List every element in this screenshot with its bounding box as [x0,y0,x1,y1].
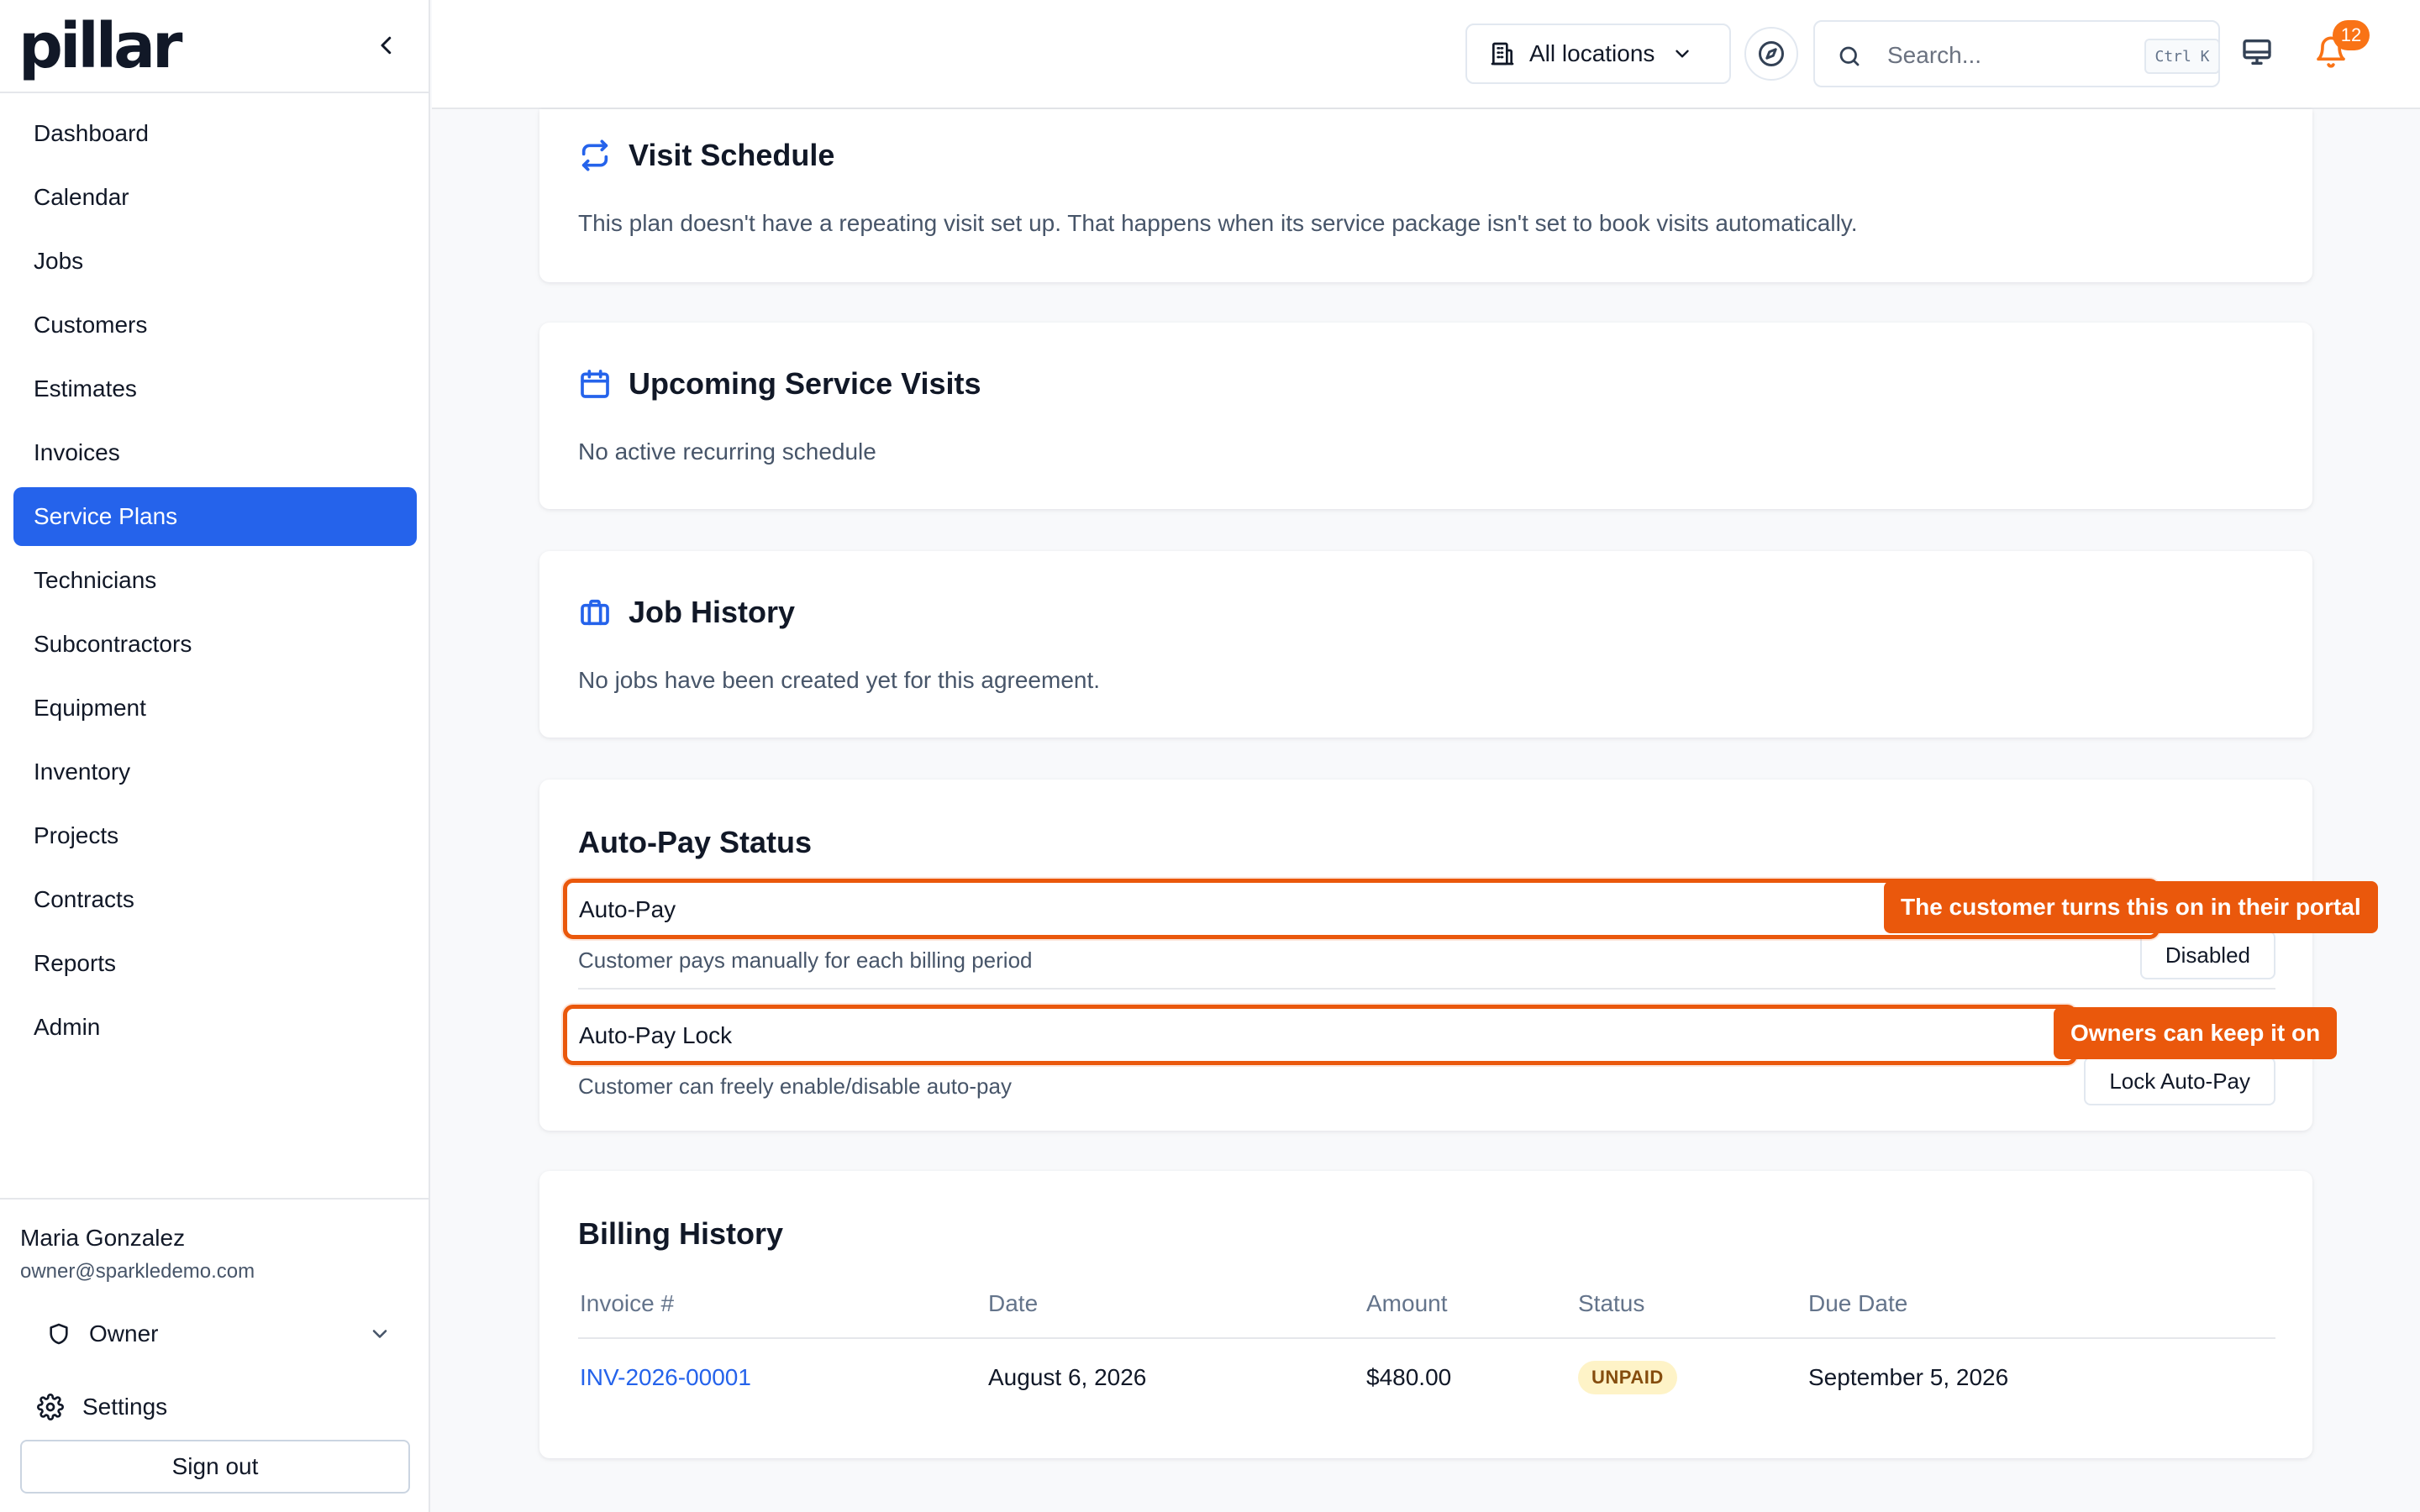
upcoming-visits-heading: Upcoming Service Visits [578,366,981,402]
user-name: Maria Gonzalez [20,1225,186,1251]
notification-count-badge: 12 [2333,20,2370,50]
search-input[interactable] [1887,37,2106,74]
col-amount: Amount [1366,1290,1448,1316]
sidebar-item-dashboard[interactable]: Dashboard [13,104,417,163]
shield-icon [50,1323,68,1345]
sidebar-item-inventory[interactable]: Inventory [13,743,417,801]
sidebar-item-technicians[interactable]: Technicians [13,551,417,610]
collapse-sidebar-button[interactable] [370,29,403,62]
billing-history-title: Billing History [578,1216,784,1251]
visit-schedule-text: This plan doesn't have a repeating visit… [578,210,1858,236]
briefcase-icon [581,599,609,626]
visit-schedule-heading: Visit Schedule [578,138,834,173]
autopay-lock-callout: Owners can keep it on [2054,1007,2338,1059]
calendar-icon [581,370,609,398]
job-history-text: No jobs have been created yet for this a… [578,667,1101,693]
sidebar-item-calendar[interactable]: Calendar [13,168,417,227]
lock-autopay-button[interactable]: Lock Auto-Pay [2084,1057,2275,1105]
compass-icon [1759,41,1784,66]
top-bar: All locations Ctrl K 12 [432,0,2420,109]
invoice-link[interactable]: INV-2026-00001 [580,1364,751,1391]
autopay-divider [578,988,2275,990]
visit-schedule-title: Visit Schedule [629,138,835,172]
chevron-down-icon [1676,50,1690,58]
user-email: owner@sparkledemo.com [20,1260,255,1283]
autopay-status-card: Auto-Pay Status Customer pays manually f… [539,780,2312,1131]
sidebar-item-admin[interactable]: Admin [13,998,417,1057]
col-due-date: Due Date [1808,1290,1908,1316]
search-box[interactable]: Ctrl K [1813,20,2220,87]
monitor-icon [2243,39,2271,66]
autopay-lock-highlight[interactable]: Auto-Pay Lock [563,1005,2077,1065]
sign-out-button[interactable]: Sign out [20,1440,410,1494]
chevron-left-icon [381,36,392,55]
display-button[interactable] [2240,35,2274,73]
sidebar-footer: Maria Gonzalez owner@sparkledemo.com Own… [0,1198,430,1512]
role-selector[interactable]: Owner [47,1312,392,1356]
repeat-icon [581,139,608,171]
invoice-due-date: September 5, 2026 [1808,1364,2009,1390]
job-history-card: Job History No jobs have been created ye… [539,551,2312,738]
autopay-status-title: Auto-Pay Status [578,825,813,859]
pillar-logo[interactable]: pillar [18,15,182,77]
sidebar-item-invoices[interactable]: Invoices [13,423,417,482]
sidebar-item-contracts[interactable]: Contracts [13,870,417,929]
autopay-lock-label: Auto-Pay Lock [579,1022,733,1048]
search-icon [1839,46,1860,66]
billing-table: Invoice # Date Amount Status Due Date IN… [578,1272,2275,1416]
location-label: All locations [1529,40,1655,66]
search-shortcut-hint: Ctrl K [2144,39,2220,74]
building-icon [1491,42,1514,66]
visit-schedule-card: Visit Schedule This plan doesn't have a … [539,109,2312,282]
sidebar-item-reports[interactable]: Reports [13,934,417,993]
upcoming-visits-text: No active recurring schedule [578,438,876,465]
autopay-label: Auto-Pay [579,896,676,922]
col-date: Date [988,1290,1039,1316]
autopay-description: Customer pays manually for each billing … [578,948,1033,973]
brand-header: pillar [0,0,429,93]
sidebar-item-equipment[interactable]: Equipment [13,679,417,738]
chevron-down-icon [372,1330,387,1338]
sidebar-item-customers[interactable]: Customers [13,296,417,354]
sidebar: pillar Dashboard Calendar Jobs Customers… [0,0,430,1512]
gear-icon [37,1394,64,1420]
job-history-title: Job History [629,595,796,629]
col-invoice: Invoice # [580,1290,675,1316]
settings-label: Settings [82,1394,168,1420]
autopay-callout: The customer turns this on in their port… [1884,881,2378,933]
sidebar-item-projects[interactable]: Projects [13,806,417,865]
table-row: INV-2026-00001 August 6, 2026 $480.00 UN… [578,1339,2275,1416]
invoice-date: August 6, 2026 [988,1364,1147,1390]
billing-table-header: Invoice # Date Amount Status Due Date [578,1272,2275,1339]
invoice-amount: $480.00 [1366,1364,1452,1390]
sidebar-item-subcontractors[interactable]: Subcontractors [13,615,417,674]
role-label: Owner [89,1320,159,1347]
sidebar-item-jobs[interactable]: Jobs [13,232,417,291]
autopay-lock-description: Customer can freely enable/disable auto-… [578,1074,1012,1099]
billing-history-card: Billing History Invoice # Date Amount St… [539,1171,2312,1458]
sidebar-item-estimates[interactable]: Estimates [13,360,417,418]
sidebar-item-service-plans[interactable]: Service Plans [13,487,417,546]
settings-link[interactable]: Settings [37,1386,167,1428]
explore-button[interactable] [1744,27,1798,81]
col-status: Status [1578,1290,1645,1316]
job-history-heading: Job History [578,595,795,630]
sidebar-nav: Dashboard Calendar Jobs Customers Estima… [13,104,417,1062]
upcoming-visits-card: Upcoming Service Visits No active recurr… [539,323,2312,509]
autopay-disabled-button[interactable]: Disabled [2139,931,2275,979]
location-selector[interactable]: All locations [1465,24,1731,84]
status-badge: UNPAID [1578,1361,1677,1394]
upcoming-visits-title: Upcoming Service Visits [629,366,981,401]
